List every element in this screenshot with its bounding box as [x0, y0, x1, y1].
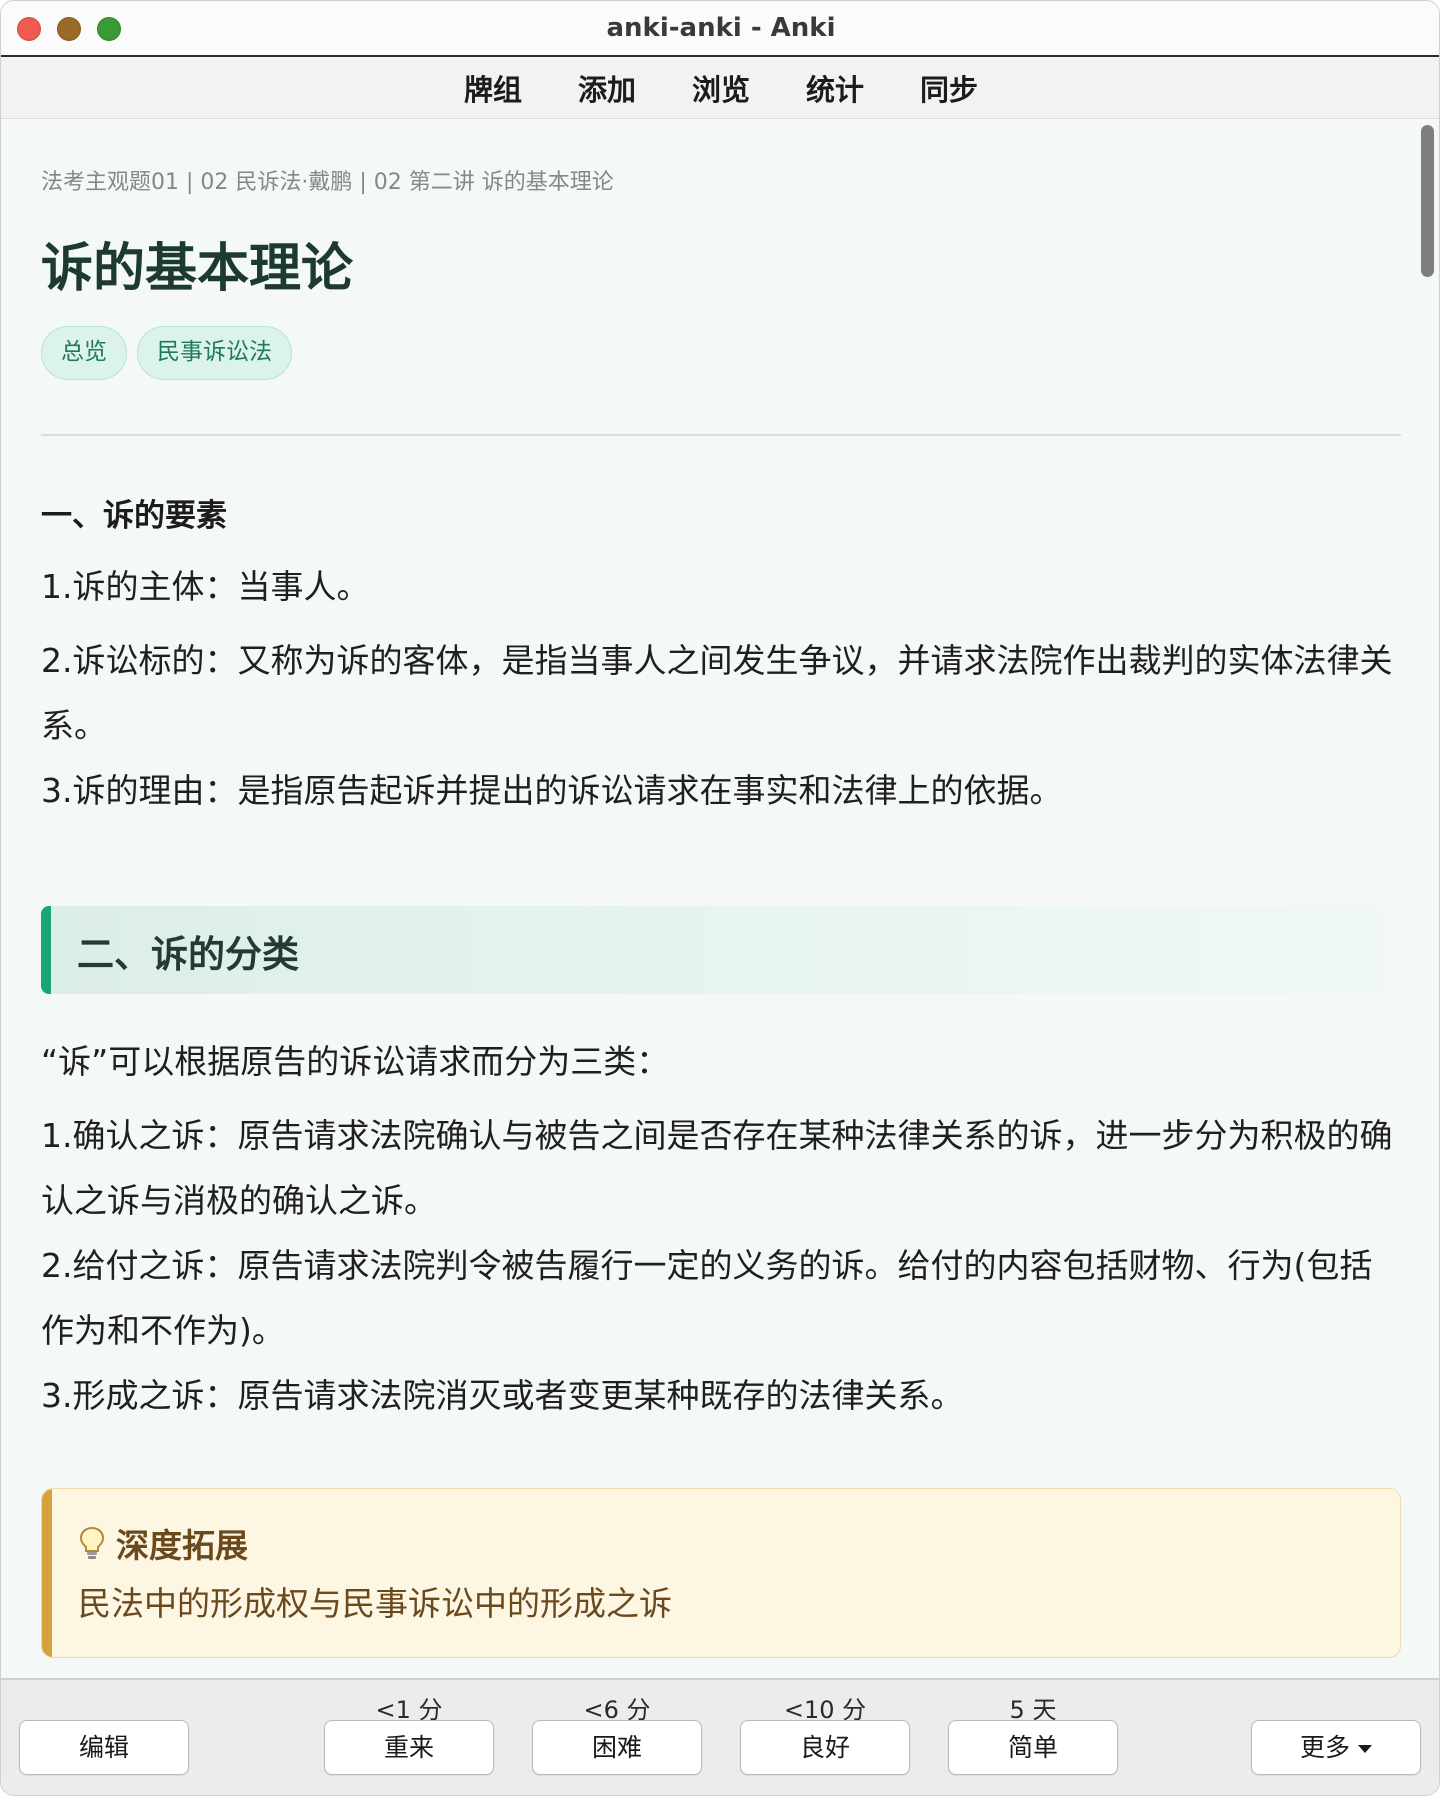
window-title: anki-anki - Anki [606, 13, 836, 43]
easy-button[interactable]: 简单 [948, 1720, 1118, 1775]
scrollbar[interactable] [1417, 120, 1439, 1678]
callout-title: 深度拓展 [116, 1526, 248, 1565]
card-content[interactable]: 法考主观题01 | 02 民诉法·戴鹏 | 02 第二讲 诉的基本理论 诉的基本… [1, 120, 1439, 1678]
list-item: 2.给付之诉：原告请求法院判令被告履行一定的义务的诉。给付的内容包括财物、行为(… [41, 1246, 1373, 1350]
callout-box: 深度拓展 民法中的形成权与民事诉讼中的形成之诉 [41, 1488, 1401, 1658]
list-item: 2.诉讼标的：又称为诉的客体，是指当事人之间发生争议，并请求法院作出裁判的实体法… [41, 641, 1393, 745]
tag-list: 总览 民事诉讼法 [41, 326, 292, 380]
edit-button[interactable]: 编辑 [19, 1720, 189, 1775]
tag-overview: 总览 [41, 326, 127, 380]
section-heading-text: 二、诉的分类 [77, 933, 299, 976]
tag-civil-procedure: 民事诉讼法 [137, 326, 292, 380]
section-heading-classification: 二、诉的分类 [41, 906, 1401, 994]
callout-header: 深度拓展 [78, 1519, 248, 1567]
list-item: 1.诉的主体：当事人。 [41, 567, 370, 606]
again-button[interactable]: 重来 [324, 1720, 494, 1775]
list-item: 3.诉的理由：是指原告起诉并提出的诉讼请求在事实和法律上的依据。 [41, 771, 1063, 810]
good-button[interactable]: 良好 [740, 1720, 910, 1775]
nav-add[interactable]: 添加 [578, 67, 636, 109]
nav-decks[interactable]: 牌组 [464, 67, 522, 109]
card-title: 诉的基本理论 [41, 239, 354, 299]
title-bar: anki-anki - Anki [1, 1, 1439, 57]
hard-button[interactable]: 困难 [532, 1720, 702, 1775]
nav-stats[interactable]: 统计 [806, 67, 864, 109]
more-button[interactable]: 更多 [1251, 1720, 1421, 1775]
breadcrumb: 法考主观题01 | 02 民诉法·戴鹏 | 02 第二讲 诉的基本理论 [41, 170, 614, 195]
callout-body: 民法中的形成权与民事诉讼中的形成之诉 [78, 1584, 672, 1623]
caret-down-icon [1358, 1745, 1372, 1753]
section-intro: “诉”可以根据原告的诉讼请求而分为三类： [41, 1042, 670, 1081]
nav-browse[interactable]: 浏览 [692, 67, 750, 109]
divider [41, 434, 1401, 436]
list-item: 3.形成之诉：原告请求法院消灭或者变更某种既存的法律关系。 [41, 1376, 964, 1415]
list-item: 1.确认之诉：原告请求法院确认与被告之间是否存在某种法律关系的诉，进一步分为积极… [41, 1116, 1393, 1220]
lightbulb-icon [78, 1525, 106, 1561]
review-bar: 编辑 <1 分 重来 <6 分 困难 <10 分 良好 5 天 简单 更多 [1, 1678, 1439, 1795]
top-navigation: 牌组 添加 浏览 统计 同步 [1, 57, 1439, 119]
anki-window: anki-anki - Anki 牌组 添加 浏览 统计 同步 法考主观题01 … [0, 0, 1440, 1796]
callout-accent-bar [42, 1489, 52, 1657]
scrollbar-thumb[interactable] [1421, 125, 1434, 277]
nav-sync[interactable]: 同步 [920, 67, 978, 109]
more-label: 更多 [1299, 1733, 1350, 1762]
heading-accent-bar [41, 906, 51, 994]
section-heading-elements: 一、诉的要素 [41, 498, 227, 534]
